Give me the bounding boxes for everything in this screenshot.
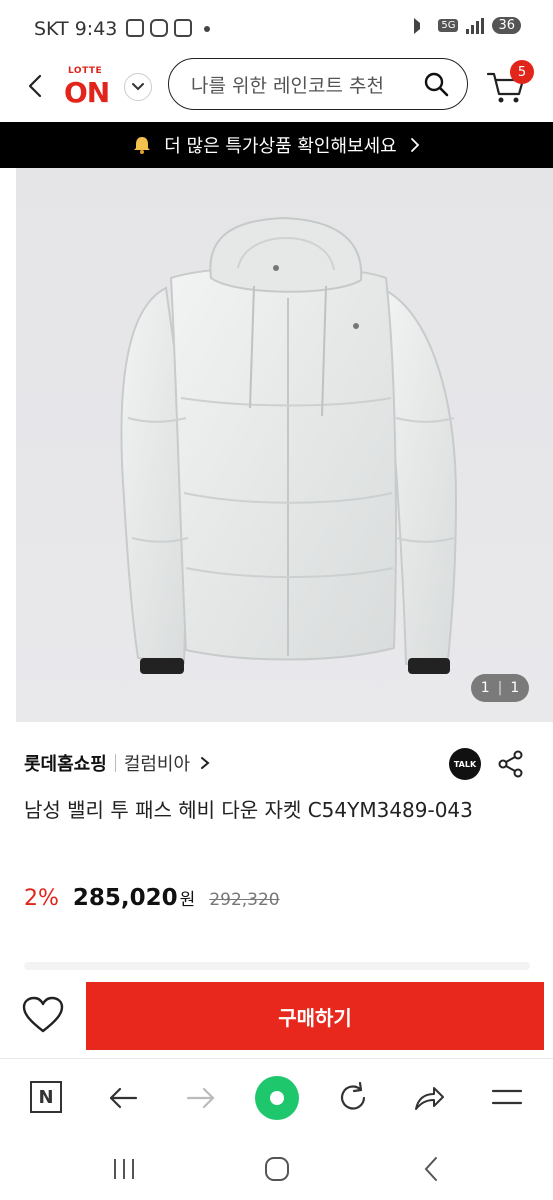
home-nav-icon[interactable]: [263, 1156, 291, 1182]
app-header: LOTTE ON 나를 위한 레인코트 추천 5: [0, 58, 553, 122]
battery-level: 36: [492, 17, 521, 34]
logo-main-text: ON: [64, 76, 110, 109]
product-image[interactable]: 1 | 1: [16, 168, 553, 722]
signal-icon: [466, 17, 485, 34]
browser-forward-icon[interactable]: [184, 1081, 218, 1115]
discount-rate: 2%: [24, 886, 59, 911]
image-total: 1: [510, 680, 520, 696]
recent-apps-icon[interactable]: [110, 1156, 138, 1182]
cart-count-badge: 5: [510, 60, 534, 84]
browser-share-icon[interactable]: [412, 1081, 446, 1115]
more-dot-icon: [204, 26, 210, 32]
calendar-icon: [174, 19, 192, 37]
browser-toolbar: N: [0, 1058, 553, 1134]
back-nav-icon[interactable]: [418, 1156, 446, 1182]
lotte-on-logo[interactable]: LOTTE ON: [62, 66, 122, 110]
carrier-label: SKT: [34, 18, 69, 40]
price-row: 2% 285,020 원 292,320: [24, 885, 280, 911]
promo-text: 더 많은 특가상품 확인해보세요: [164, 136, 397, 157]
wishlist-heart-icon[interactable]: [22, 996, 64, 1034]
search-input[interactable]: 나를 위한 레인코트 추천: [168, 58, 468, 110]
down-jacket-image: [120, 216, 458, 674]
seller-divider: [114, 754, 116, 772]
browser-back-icon[interactable]: [106, 1081, 140, 1115]
product-title: 남성 밸리 투 패스 헤비 다운 자켓 C54YM3489-043: [24, 798, 473, 822]
back-arrow-icon[interactable]: [22, 72, 50, 100]
system-nav-bar: [0, 1134, 553, 1200]
status-notification-icons: [126, 19, 210, 37]
status-bar: SKT 9:43 5G 36: [0, 0, 553, 58]
promo-banner[interactable]: 더 많은 특가상품 확인해보세요: [0, 122, 553, 168]
chevron-right-icon: [410, 138, 419, 152]
seller-name[interactable]: 롯데홈쇼핑: [24, 750, 107, 776]
bell-icon: [134, 137, 151, 154]
image-index: 1: [480, 680, 490, 696]
chevron-down-icon: [132, 83, 144, 91]
search-icon[interactable]: [423, 71, 449, 97]
talk-chat-button[interactable]: TALK: [449, 748, 481, 780]
search-placeholder: 나를 위한 레인코트 추천: [191, 74, 384, 97]
refresh-icon[interactable]: [336, 1081, 370, 1115]
menu-hamburger-icon[interactable]: [490, 1081, 524, 1115]
share-icon[interactable]: [498, 750, 524, 778]
status-system-icons: 5G 36: [414, 17, 521, 34]
chevron-right-icon[interactable]: [200, 756, 210, 770]
browser-home-button[interactable]: [255, 1076, 299, 1120]
seller-row: 롯데홈쇼핑 컬럼비아: [24, 750, 210, 776]
logo-top-text: LOTTE: [68, 66, 103, 76]
home-dot-icon: [270, 1091, 284, 1105]
screenshot-icon: [126, 19, 144, 37]
original-price: 292,320: [209, 890, 280, 910]
buy-button[interactable]: 구매하기: [86, 982, 544, 1050]
logo-dropdown-button[interactable]: [124, 73, 152, 101]
network-badge: 5G: [438, 19, 459, 32]
currency-label: 원: [179, 890, 196, 910]
status-carrier-time: SKT 9:43: [34, 18, 117, 40]
instagram-icon: [150, 19, 168, 37]
image-counter: 1 | 1: [471, 674, 529, 702]
mute-icon: [414, 17, 430, 34]
brand-link[interactable]: 컬럼비아: [124, 750, 190, 776]
time-label: 9:43: [74, 18, 118, 40]
naver-n-button[interactable]: N: [30, 1081, 62, 1113]
section-divider: [24, 962, 530, 970]
sale-price: 285,020: [72, 885, 178, 911]
